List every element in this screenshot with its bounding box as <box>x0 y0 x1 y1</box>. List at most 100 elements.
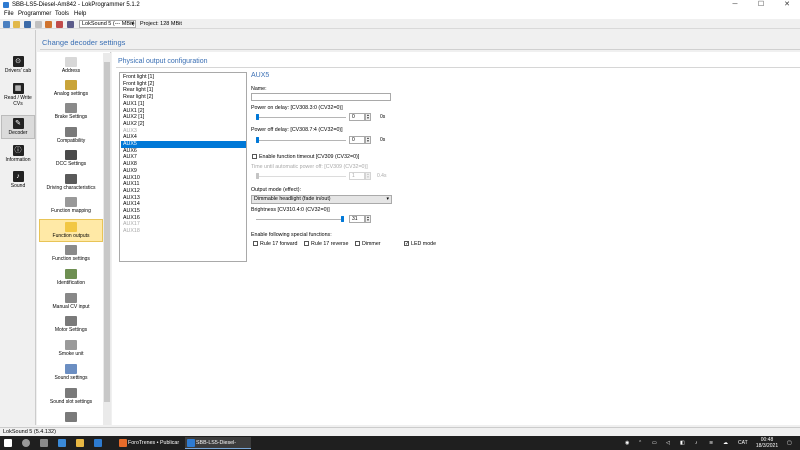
category-function-settings[interactable]: Function settings <box>39 245 103 262</box>
new-icon[interactable] <box>3 21 10 28</box>
output-list-item[interactable]: AUX1 [1] <box>121 101 246 108</box>
nav-decoder[interactable]: ✎ Decoder <box>1 115 35 139</box>
category-sound-slot-settings[interactable]: Sound slot settings <box>39 388 103 405</box>
category-function-mapping[interactable]: Function mapping <box>39 197 103 214</box>
nav-drivers-cab[interactable]: ⊙ Drivers' cab <box>1 56 35 74</box>
program-icon[interactable] <box>67 21 74 28</box>
power-on-delay-input[interactable]: 0 <box>349 113 365 121</box>
output-list-item[interactable]: AUX7 <box>121 154 246 161</box>
taskbar-app-forotrenes[interactable]: ForoTrenes • Publicar ... <box>117 437 183 449</box>
output-list-item[interactable]: AUX9 <box>121 168 246 175</box>
brightness-input[interactable]: 31 <box>349 215 365 223</box>
output-list-item[interactable]: Front light [2] <box>121 81 246 88</box>
speaker-icon[interactable]: ◁ <box>666 438 670 448</box>
output-list-item[interactable]: AUX6 <box>121 148 246 155</box>
file-explorer-icon[interactable] <box>76 439 84 447</box>
rule17-forward-checkbox[interactable] <box>253 241 258 246</box>
maximize-button[interactable]: ☐ <box>748 0 774 10</box>
output-mode-select[interactable]: Dimmable headlight (fade in/out) ▾ <box>251 195 392 204</box>
menu-file[interactable]: File <box>4 11 14 18</box>
power-on-delay-thumb[interactable] <box>256 114 259 120</box>
output-list-item[interactable]: AUX4 <box>121 134 246 141</box>
dimmer-checkbox[interactable] <box>355 241 360 246</box>
help-icon[interactable]: ◉ <box>625 438 629 448</box>
open-folder-icon[interactable] <box>13 21 20 28</box>
edge-icon[interactable] <box>58 439 66 447</box>
output-list-item[interactable]: AUX3 <box>121 128 246 135</box>
output-list-item[interactable]: AUX13 <box>121 195 246 202</box>
power-on-delay-stepper[interactable]: ▲ ▼ <box>365 113 371 121</box>
taskbar-app-lokprogrammer[interactable]: SBB-LS5-Diesel-Am84... <box>185 437 251 449</box>
store-icon[interactable] <box>94 439 102 447</box>
power-off-delay-stepper[interactable]: ▲ ▼ <box>365 136 371 144</box>
category-analog-settings[interactable]: Analog settings <box>39 80 103 97</box>
menu-tools[interactable]: Tools <box>55 11 69 18</box>
power-off-delay-input[interactable]: 0 <box>349 136 365 144</box>
output-list-item[interactable]: Rear light [1] <box>121 87 246 94</box>
output-list-item[interactable]: Front light [1] <box>121 74 246 81</box>
output-list-item[interactable]: AUX18 <box>121 228 246 235</box>
nav-read-write-cvs[interactable]: ▦ Read / Write CVs <box>1 83 35 107</box>
brightness-thumb[interactable] <box>340 216 344 222</box>
close-button[interactable]: ✕ <box>774 0 800 10</box>
search-icon[interactable] <box>22 439 30 447</box>
category-dcc-settings[interactable]: DCC Settings <box>39 150 103 167</box>
output-list-item[interactable]: AUX5 <box>121 141 246 148</box>
read-icon[interactable] <box>56 21 63 28</box>
brightness-stepper[interactable]: ▲ ▼ <box>365 215 371 223</box>
output-list-item[interactable]: AUX15 <box>121 208 246 215</box>
output-list-item[interactable]: AUX11 <box>121 181 246 188</box>
battery-icon[interactable]: ▭ <box>652 438 657 448</box>
output-list-item[interactable]: Rear light [2] <box>121 94 246 101</box>
category-scrollbar-thumb[interactable] <box>104 62 110 402</box>
output-list-item[interactable]: AUX12 <box>121 188 246 195</box>
output-list-item[interactable]: AUX16 <box>121 215 246 222</box>
onedrive-icon[interactable]: ☁ <box>723 438 728 448</box>
function-timeout-label: Enable function timeout [CV309 (CV32=0)] <box>259 154 360 160</box>
category-manual-cv-input[interactable]: Manual CV input <box>39 293 103 310</box>
category-identification[interactable]: Identification <box>39 269 103 286</box>
windows-start-icon[interactable] <box>4 439 12 447</box>
menu-programmer[interactable]: Programmer <box>18 11 51 18</box>
write-icon[interactable] <box>45 21 52 28</box>
name-field[interactable] <box>251 93 391 101</box>
output-list-item[interactable]: AUX17 <box>121 221 246 228</box>
menu-help[interactable]: Help <box>74 11 86 18</box>
category-driving-characteristics[interactable]: Driving characteristics <box>39 174 103 191</box>
network-icon[interactable]: ◧ <box>680 438 685 448</box>
power-on-delay-slider[interactable] <box>256 117 346 118</box>
output-list-item[interactable]: AUX8 <box>121 161 246 168</box>
category-motor-settings[interactable]: Motor Settings <box>39 316 103 333</box>
function-timeout-checkbox[interactable] <box>252 154 257 159</box>
chevron-up-icon[interactable]: ⌃ <box>638 438 642 448</box>
category-function-outputs[interactable]: Function outputs <box>39 219 103 242</box>
category-smoke-unit[interactable]: Smoke unit <box>39 340 103 357</box>
save-icon[interactable] <box>24 21 31 28</box>
clock[interactable]: 00:48 18/3/2021 <box>755 437 779 449</box>
nav-sound[interactable]: ♪ Sound <box>1 171 35 189</box>
output-list-item[interactable]: AUX2 [2] <box>121 121 246 128</box>
wifi-icon[interactable]: ≋ <box>709 438 713 448</box>
output-list-item[interactable]: AUX2 [1] <box>121 114 246 121</box>
power-off-delay-slider[interactable] <box>256 140 346 141</box>
category-brake-settings[interactable]: Brake Settings <box>39 103 103 120</box>
power-off-delay-thumb[interactable] <box>256 137 259 143</box>
output-list-item[interactable]: AUX14 <box>121 201 246 208</box>
output-list-item[interactable]: AUX1 [2] <box>121 108 246 115</box>
auto-off-unit: 0.4s <box>377 173 387 179</box>
minimize-button[interactable]: ─ <box>722 0 748 10</box>
category-sound-settings[interactable]: Sound settings <box>39 364 103 381</box>
language-indicator[interactable]: CAT <box>738 438 748 448</box>
decoder-type-select[interactable]: LokSound 5 (--- MBit) ▾ <box>79 20 136 28</box>
led-mode-checkbox[interactable]: ✓ <box>404 241 409 247</box>
output-list-item[interactable]: AUX10 <box>121 175 246 182</box>
category-more[interactable] <box>39 412 103 423</box>
category-address[interactable]: Address <box>39 57 103 74</box>
category-compatibility[interactable]: Compatibility <box>39 127 103 144</box>
notifications-icon[interactable]: ▢ <box>787 438 792 448</box>
nav-information[interactable]: ⓘ Information <box>1 145 35 163</box>
rule17-reverse-checkbox[interactable] <box>304 241 309 246</box>
volume-icon[interactable]: ♪ <box>695 438 698 448</box>
brightness-slider[interactable] <box>256 219 342 220</box>
task-view-icon[interactable] <box>40 439 48 447</box>
